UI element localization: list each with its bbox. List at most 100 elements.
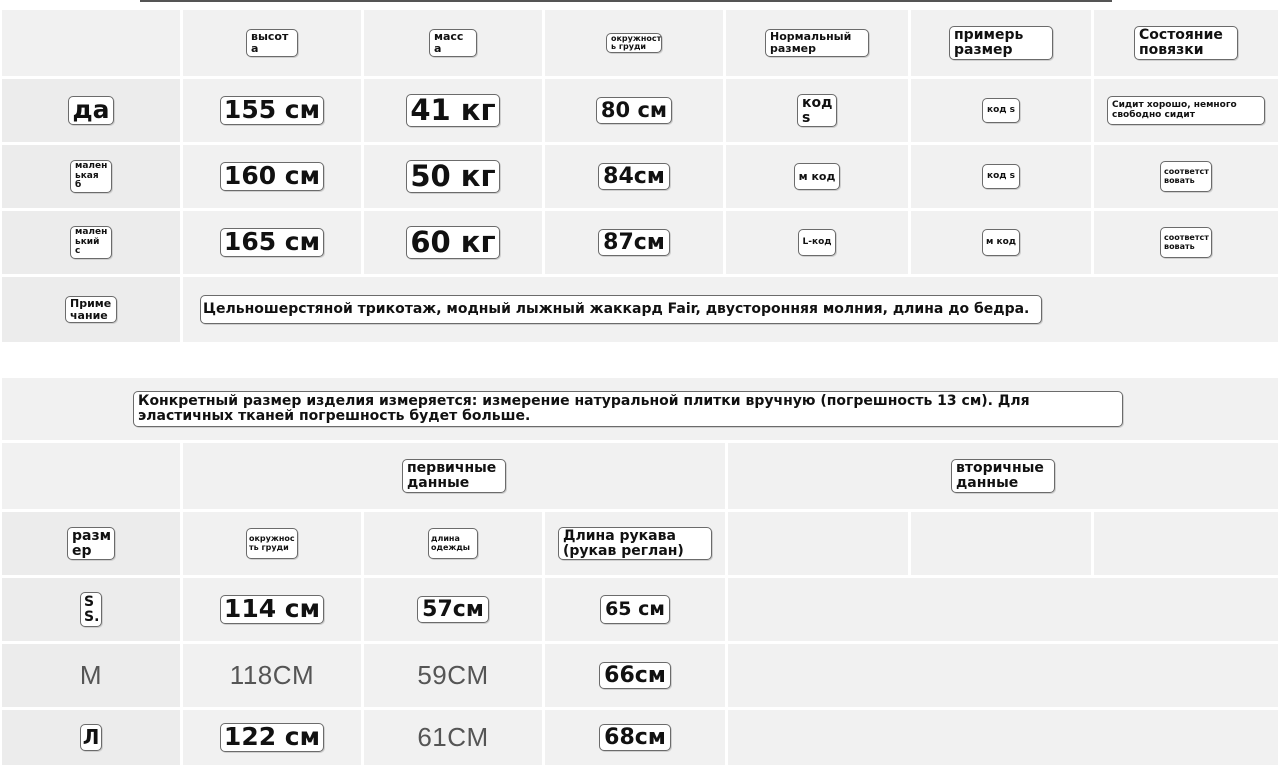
top-divider <box>140 0 1112 2</box>
t1-row1-try-cell: код s <box>911 79 1091 142</box>
t1-row2-try-cell: код s <box>911 145 1091 208</box>
t2-row3-chest-cell: 122 см <box>183 710 361 765</box>
t1-header-fit: Состояние повязки <box>1094 10 1278 76</box>
t2-row1-size-cell: S S. <box>2 578 180 641</box>
row3-label: мален ький с <box>70 226 112 259</box>
t2-row2-size: M <box>79 660 103 690</box>
t2-group-secondary-cell: вторичные данные <box>728 443 1278 509</box>
t2-row3-size-cell: Л <box>2 710 180 765</box>
t2-row2-length-cell: 59CM <box>364 644 542 707</box>
header-fit-label: Состояние повязки <box>1134 26 1238 60</box>
note-label: Приме чание <box>65 295 117 324</box>
t2-row1-chest: 114 см <box>219 595 325 624</box>
row2-try-size: код s <box>981 163 1021 190</box>
t2-group-primary-cell: первичные данные <box>183 443 725 509</box>
t1-row2-height-cell: 160 см <box>183 145 361 208</box>
t1-row1-height-cell: 155 см <box>183 79 361 142</box>
t2-row2-chest: 118CM <box>229 660 315 690</box>
row2-height: 160 см <box>219 162 325 191</box>
t1-header-weight: масс а <box>364 10 542 76</box>
t2-caption-cell: Конкретный размер изделия измеряется: из… <box>2 378 1278 440</box>
t2-row2-secondary-cell <box>728 644 1278 707</box>
group-primary-label: первичные данные <box>402 459 506 493</box>
header-weight-label: масс а <box>429 29 477 57</box>
t2-empty-cell-c <box>1094 512 1278 575</box>
header-chest-label: окружност ь груди <box>606 32 662 54</box>
t1-row2-fit-cell: соответст вовать <box>1094 145 1278 208</box>
t2-row3-secondary-cell <box>728 710 1278 765</box>
t2-row1-chest-cell: 114 см <box>183 578 361 641</box>
t2-row3-size: Л <box>79 724 103 751</box>
t2-empty-cell-a <box>728 512 908 575</box>
t2-row1-size: S S. <box>80 591 102 628</box>
row1-height: 155 см <box>219 96 325 125</box>
t1-header-normal-size: Нормальный размер <box>726 10 908 76</box>
t2-row2-chest-cell: 118CM <box>183 644 361 707</box>
group-secondary-label: вторичные данные <box>951 459 1055 493</box>
header-height-label: высот а <box>246 29 298 57</box>
t2-col-length-cell: длина одежды <box>364 512 542 575</box>
t1-row2-chest-cell: 84см <box>545 145 723 208</box>
row3-normal-size: L-код <box>798 228 836 257</box>
t1-note-text-cell: Цельношерстяной трикотаж, модный лыжный … <box>183 277 1278 342</box>
t2-col-sleeve-cell: Длина рукава (рукав реглан) <box>545 512 725 575</box>
t2-row3-length: 61CM <box>417 722 489 752</box>
row1-normal-size: код s <box>797 93 837 128</box>
t1-row1-normal-cell: код s <box>726 79 908 142</box>
row2-chest: 84см <box>598 162 670 191</box>
t2-empty-cell-b <box>911 512 1091 575</box>
t1-row2-label-cell: мален ькая б <box>2 145 180 208</box>
t1-row2-normal-cell: м код <box>726 145 908 208</box>
col-size-label: разм ер <box>67 526 115 561</box>
t1-row3-weight-cell: 60 кг <box>364 211 542 274</box>
t2-row3-sleeve-cell: 68см <box>545 710 725 765</box>
t1-row3-fit-cell: соответст вовать <box>1094 211 1278 274</box>
col-length-label: длина одежды <box>428 528 478 559</box>
row1-try-size: код s <box>981 97 1021 124</box>
row1-chest: 80 см <box>595 97 673 124</box>
t2-row1-sleeve: 65 см <box>600 594 670 625</box>
t1-row1-weight-cell: 41 кг <box>364 79 542 142</box>
row1-fit: Сидит хорошо, немного свободно сидит <box>1107 96 1265 125</box>
row2-label: мален ькая б <box>70 160 112 193</box>
section-gap <box>0 342 1280 378</box>
row3-try-size: м код <box>981 228 1021 257</box>
t2-row3-chest: 122 см <box>219 723 325 752</box>
row3-height: 165 см <box>219 228 325 257</box>
t1-row1-chest-cell: 80 см <box>545 79 723 142</box>
t1-corner-cell <box>2 10 180 76</box>
t2-row2-sleeve: 66см <box>599 661 671 690</box>
t2-col-chest-cell: окружнос ть груди <box>183 512 361 575</box>
header-try-size-label: примерь размер <box>949 26 1053 60</box>
row1-label: да <box>68 96 114 125</box>
t1-row3-label-cell: мален ький с <box>2 211 180 274</box>
row3-fit: соответст вовать <box>1160 227 1212 258</box>
t2-row1-length: 57см <box>417 595 489 624</box>
t1-header-try-size: примерь размер <box>911 10 1091 76</box>
size-chart-page: высот а масс а окружност ь груди Нормаль… <box>0 0 1280 765</box>
t2-row3-sleeve: 68см <box>599 723 671 752</box>
row3-weight: 60 кг <box>406 226 500 259</box>
t1-row3-height-cell: 165 см <box>183 211 361 274</box>
row2-weight: 50 кг <box>406 160 500 193</box>
t2-row1-secondary-cell <box>728 578 1278 641</box>
header-normal-size-label: Нормальный размер <box>765 29 869 57</box>
row2-fit: соответст вовать <box>1160 161 1212 192</box>
note-text: Цельношерстяной трикотаж, модный лыжный … <box>200 295 1042 324</box>
col-sleeve-label: Длина рукава (рукав реглан) <box>558 526 712 561</box>
t2-row2-length: 59CM <box>417 660 489 690</box>
caption-text: Конкретный размер изделия измеряется: из… <box>133 391 1123 427</box>
t1-header-height: высот а <box>183 10 361 76</box>
t1-row3-chest-cell: 87см <box>545 211 723 274</box>
t2-row2-size-cell: M <box>2 644 180 707</box>
t2-row1-sleeve-cell: 65 см <box>545 578 725 641</box>
t1-header-chest: окружност ь груди <box>545 10 723 76</box>
t1-note-label-cell: Приме чание <box>2 277 180 342</box>
row3-chest: 87см <box>598 228 670 257</box>
row2-normal-size: м код <box>793 162 841 191</box>
t2-col-size-cell: разм ер <box>2 512 180 575</box>
t2-group-corner <box>2 443 180 509</box>
t1-row2-weight-cell: 50 кг <box>364 145 542 208</box>
t1-row1-fit-cell: Сидит хорошо, немного свободно сидит <box>1094 79 1278 142</box>
t1-row3-try-cell: м код <box>911 211 1091 274</box>
